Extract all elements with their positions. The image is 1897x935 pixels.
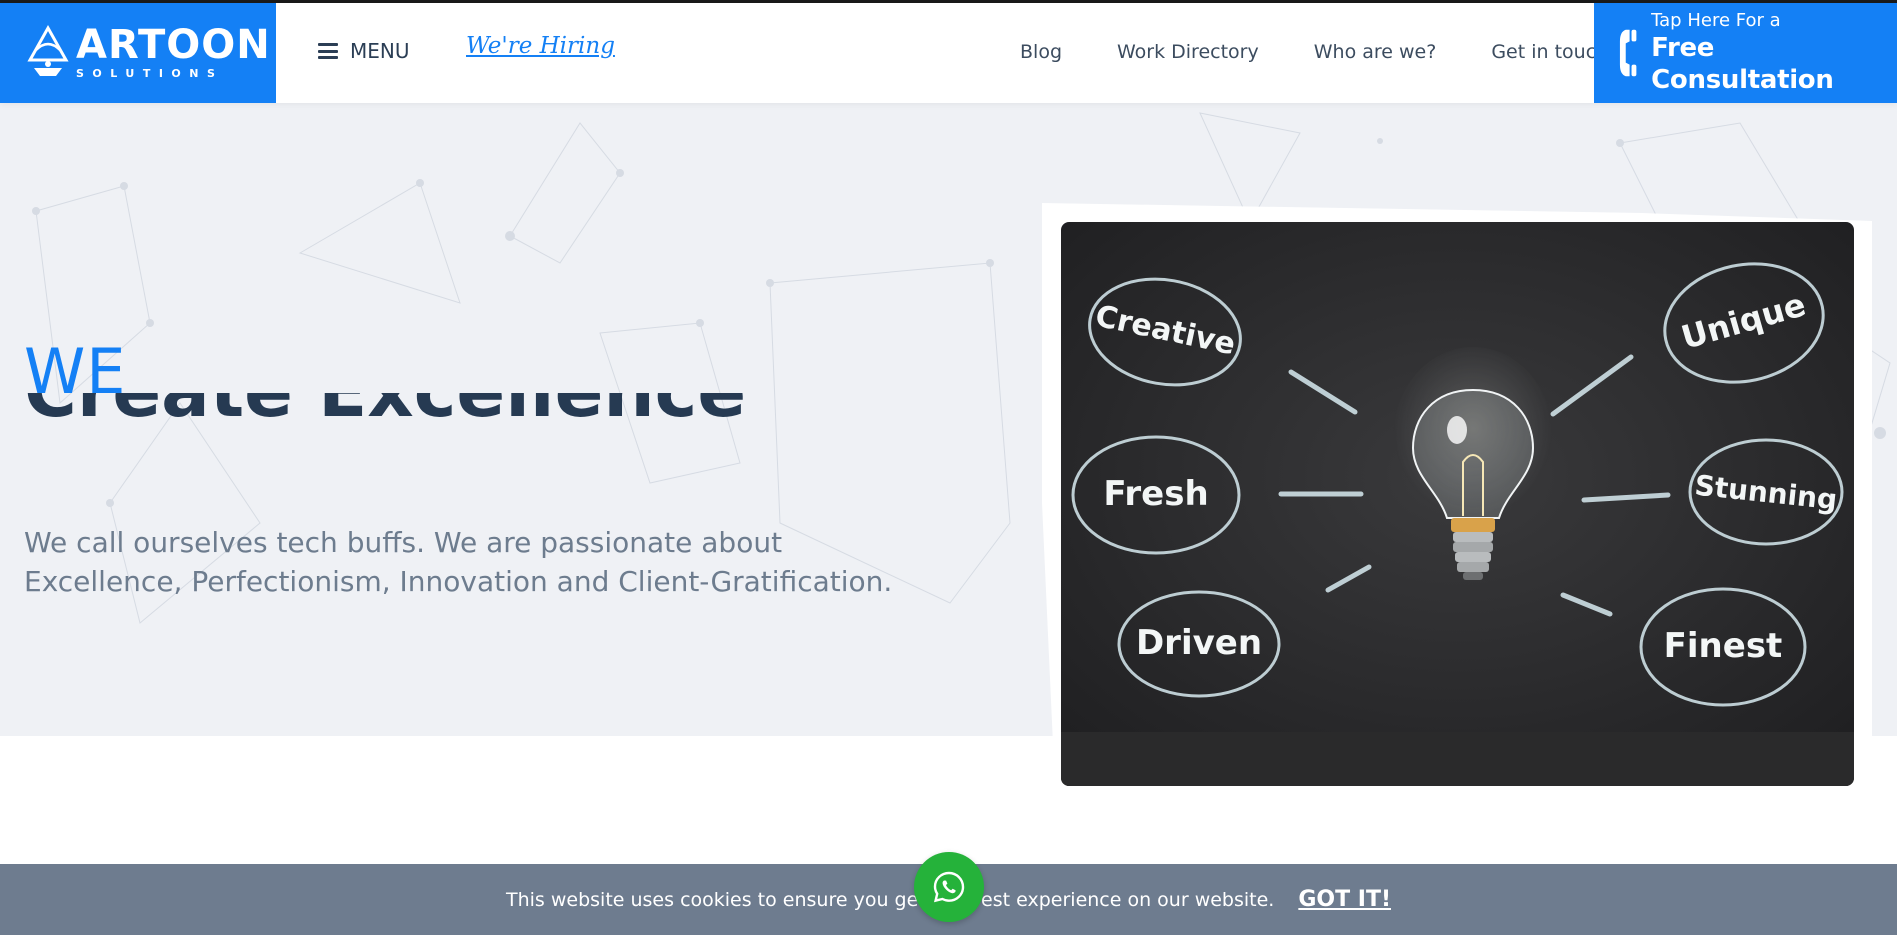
headline-clip: Create Excellence xyxy=(24,393,784,433)
logo-subtitle: SOLUTIONS xyxy=(76,67,224,80)
whatsapp-button[interactable] xyxy=(914,852,984,922)
hero-headline: Create Excellence xyxy=(24,393,746,431)
whatsapp-icon xyxy=(933,871,965,903)
hiring-link[interactable]: We're Hiring xyxy=(466,33,615,59)
menu-label: MENU xyxy=(350,39,410,63)
nav-get-in-touch[interactable]: Get in touch xyxy=(1491,41,1608,63)
phone-icon xyxy=(1619,29,1637,77)
board-word-finest: Finest xyxy=(1664,626,1783,666)
main-nav: Blog Work Directory Who are we? Get in t… xyxy=(1020,41,1608,63)
cookie-text: This website uses cookies to ensure you … xyxy=(505,888,1275,911)
chalkboard-image: Creative Fresh Driven Unique Stunning Fi… xyxy=(1061,222,1854,786)
nav-who-are-we[interactable]: Who are we? xyxy=(1314,41,1437,63)
logo-name: ARTOON xyxy=(76,22,271,68)
hamburger-icon xyxy=(318,43,338,59)
consult-big-text: Free Consultation xyxy=(1651,33,1834,95)
hero-lead: We call ourselves tech buffs. We are pas… xyxy=(24,526,893,598)
menu-button[interactable]: MENU xyxy=(318,39,410,63)
cookie-accept-button[interactable]: GOT IT! xyxy=(1298,887,1391,912)
logo-mark-icon xyxy=(27,24,69,76)
board-word-fresh: Fresh xyxy=(1103,474,1208,514)
consult-small-text: Tap Here For a xyxy=(1651,10,1781,31)
nav-work-directory[interactable]: Work Directory xyxy=(1117,41,1259,63)
logo[interactable]: ARTOON SOLUTIONS xyxy=(0,3,276,103)
site-header: ARTOON SOLUTIONS MENU We're Hiring Blog … xyxy=(0,3,1897,103)
free-consultation-button[interactable]: Tap Here For a Free Consultation xyxy=(1594,3,1897,103)
board-word-driven: Driven xyxy=(1136,623,1262,663)
nav-blog[interactable]: Blog xyxy=(1020,41,1062,63)
